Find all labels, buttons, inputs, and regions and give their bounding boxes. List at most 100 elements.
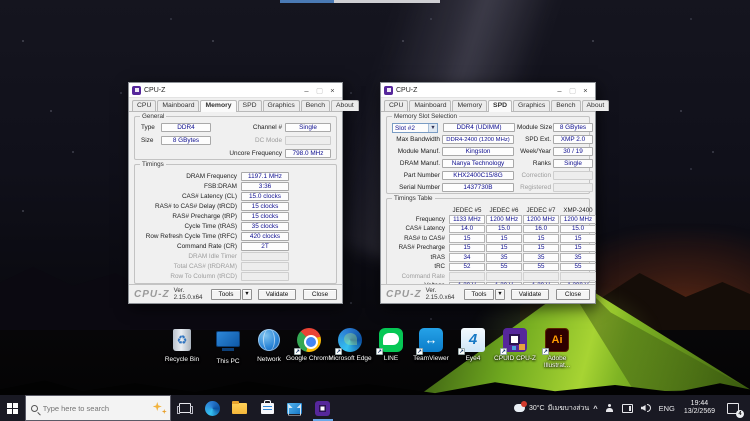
system-tray: ^ ENG 19:44 13/2/2569 4	[589, 395, 750, 421]
tools-button[interactable]: Tools	[211, 289, 241, 300]
task-view-button[interactable]	[171, 395, 199, 421]
tray-volume-button[interactable]	[637, 395, 655, 421]
search-input[interactable]	[43, 404, 138, 413]
timing-row: RAS# to CAS# Delay (tRCD)15 clocks	[135, 201, 336, 211]
table-cell: 1200 MHz	[486, 215, 522, 224]
timing-value	[241, 262, 289, 271]
desktop-icon-recycle-bin[interactable]: ♻ Recycle Bin	[159, 327, 205, 363]
action-center-button[interactable]: 4	[720, 395, 746, 421]
table-cell	[486, 272, 522, 281]
col-header: JEDEC #5	[449, 207, 485, 214]
language-indicator[interactable]: ENG	[655, 395, 679, 421]
title-bar[interactable]: CPU-Z – ▢ ×	[381, 83, 595, 98]
table-cell: 1200 MHz	[560, 215, 596, 224]
desktop-icon-illustrator[interactable]: Ai↗ Adobe Illustrat...	[534, 327, 580, 369]
group-caption: Timings	[140, 161, 166, 168]
timing-value: 15 clocks	[241, 202, 289, 211]
start-button[interactable]	[0, 395, 25, 421]
icon-label: Google Chrome	[286, 355, 332, 362]
version-text: Ver. 2.15.0.x64	[426, 287, 464, 301]
tab-bar: CPU Mainboard Memory SPD Graphics Bench …	[129, 98, 342, 112]
version-text: Ver. 2.15.0.x64	[174, 287, 211, 301]
tab-memory[interactable]: Memory	[200, 100, 236, 112]
cpuz-app-icon	[315, 401, 330, 416]
tray-user-button[interactable]	[602, 395, 618, 421]
timing-row: DRAM Idle Timer	[135, 251, 336, 261]
clock-time: 19:44	[691, 400, 709, 408]
table-cell: 14.0	[449, 225, 485, 234]
week-year-value: 30 / 19	[553, 147, 593, 156]
table-cell: 15.0	[486, 225, 522, 234]
dc-mode-value	[285, 136, 331, 145]
desktop-icon-eye4[interactable]: 4↗ Eye4	[450, 327, 496, 362]
desktop-icon-cpuz[interactable]: ↗ CPUID CPU-Z	[492, 327, 538, 362]
tab-mainboard[interactable]: Mainboard	[409, 100, 451, 111]
table-cell: 15	[449, 244, 485, 253]
desktop: ♻ Recycle Bin This PC Network ↗ Google C…	[0, 0, 750, 421]
hidden-icons-chevron[interactable]: ^	[589, 395, 601, 421]
tab-spd[interactable]: SPD	[238, 100, 262, 111]
tab-mainboard[interactable]: Mainboard	[157, 100, 199, 111]
tab-cpu[interactable]: CPU	[384, 100, 408, 111]
uncore-label: Uncore Frequency	[227, 150, 285, 157]
tab-spd[interactable]: SPD	[488, 100, 512, 112]
table-cell: 52	[449, 263, 485, 272]
tab-bench[interactable]: Bench	[551, 100, 580, 111]
tab-memory[interactable]: Memory	[452, 100, 487, 111]
desktop-icon-edge[interactable]: ↗ Microsoft Edge	[327, 327, 373, 362]
desktop-icon-teamviewer[interactable]: ↔↗ TeamViewer	[408, 327, 454, 362]
icon-label: Adobe Illustrat...	[534, 355, 580, 369]
close-window-button[interactable]: Close	[303, 289, 337, 300]
tools-button[interactable]: Tools	[464, 289, 494, 300]
close-window-button[interactable]: Close	[556, 289, 590, 300]
timings-group: Timings DRAM Frequency1197.1 MHz FSB:DRA…	[134, 164, 337, 284]
table-cell: 35	[560, 253, 596, 262]
timing-value	[241, 252, 289, 261]
cpuz-logo: CPU-Z	[134, 289, 170, 300]
taskbar-weather[interactable]: 30°C มีเมฆบางส่วน	[514, 403, 589, 414]
offscreen-window-edge-blue	[280, 0, 334, 3]
tab-cpu[interactable]: CPU	[132, 100, 156, 111]
channel-value: Single	[285, 123, 331, 132]
recycle-bin-icon: ♻	[173, 329, 191, 351]
table-cell	[449, 272, 485, 281]
taskbar-search[interactable]	[25, 395, 171, 421]
taskbar-mail-button[interactable]	[281, 395, 309, 421]
close-button[interactable]: ×	[326, 86, 339, 95]
tools-dropdown-button[interactable]: ▼	[242, 289, 252, 300]
size-label: Size	[141, 137, 161, 144]
minimize-button[interactable]: –	[300, 86, 313, 95]
network-status-icon	[622, 404, 633, 413]
table-cell	[523, 272, 559, 281]
minimize-button[interactable]: –	[553, 86, 566, 95]
timing-value: 2T	[241, 242, 289, 251]
taskbar-edge-button[interactable]	[198, 395, 226, 421]
tab-graphics[interactable]: Graphics	[513, 100, 550, 111]
desktop-icon-chrome[interactable]: ↗ Google Chrome	[286, 327, 332, 362]
close-button[interactable]: ×	[579, 86, 592, 95]
microsoft-store-icon	[261, 403, 274, 414]
tools-dropdown-button[interactable]: ▼	[495, 289, 505, 300]
tab-about[interactable]: About	[582, 100, 610, 111]
taskbar-store-button[interactable]	[253, 395, 281, 421]
channel-label: Channel #	[227, 124, 285, 131]
tab-graphics[interactable]: Graphics	[263, 100, 300, 111]
validate-button[interactable]: Validate	[511, 289, 549, 300]
slot-select[interactable]: Slot #2 ▼	[392, 123, 438, 133]
tab-about[interactable]: About	[331, 100, 359, 111]
tray-network-button[interactable]	[618, 395, 637, 421]
taskbar-explorer-button[interactable]	[226, 395, 254, 421]
combo-arrow-icon[interactable]: ▼	[428, 124, 437, 132]
shortcut-arrow-icon: ↗	[376, 348, 383, 355]
table-cell: 35	[523, 253, 559, 262]
desktop-icon-this-pc[interactable]: This PC	[205, 327, 251, 365]
timing-value	[241, 272, 289, 281]
tab-bench[interactable]: Bench	[301, 100, 330, 111]
title-bar[interactable]: CPU-Z – ▢ ×	[129, 83, 342, 98]
taskbar-clock[interactable]: 19:44 13/2/2569	[679, 400, 720, 416]
validate-button[interactable]: Validate	[258, 289, 296, 300]
timing-row: Command Rate (CR)2T	[135, 241, 336, 251]
table-cell: 15	[560, 234, 596, 243]
spd-ext-value: XMP 2.0	[553, 135, 593, 144]
taskbar-cpuz-button[interactable]	[308, 395, 336, 421]
